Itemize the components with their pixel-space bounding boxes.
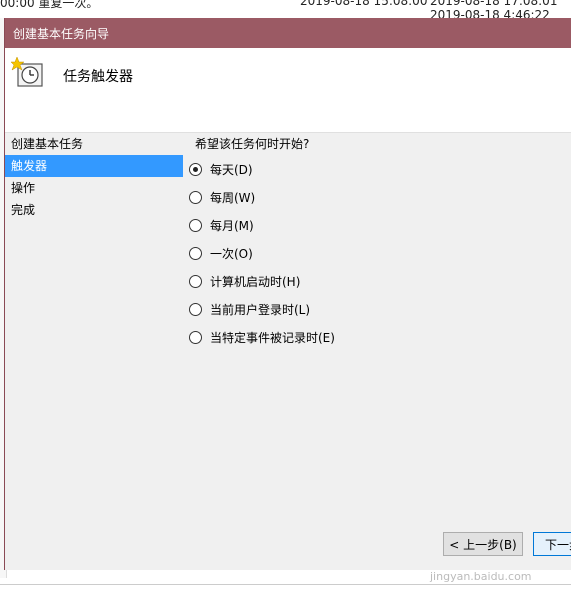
option-event-logged[interactable]: 当特定事件被记录时(E) [189, 323, 335, 351]
wizard-window: 创建基本任务向导 任务触发器 创建基本任务 触发器 操作 完成 希望该任务何时开… [4, 18, 571, 570]
step-create-basic-task[interactable]: 创建基本任务 [5, 133, 183, 155]
option-label[interactable]: 每天(D) [210, 161, 253, 178]
watermark-text: jingyan.baidu.com [430, 570, 532, 583]
option-label[interactable]: 每周(W) [210, 189, 255, 206]
wizard-step-list: 创建基本任务 触发器 操作 完成 [5, 133, 183, 221]
option-label[interactable]: 每月(M) [210, 217, 254, 234]
option-label[interactable]: 计算机启动时(H) [210, 273, 300, 290]
option-once[interactable]: 一次(O) [189, 239, 335, 267]
back-button[interactable]: < 上一步(B) [443, 532, 523, 556]
background-date-2: 2019-08-18 17:08:01 [430, 0, 558, 8]
radio-button[interactable] [189, 330, 202, 344]
radio-button[interactable] [189, 246, 202, 260]
window-title: 创建基本任务向导 [13, 26, 110, 41]
background-window-strip: 00:00 重复一次。 2019-08-18 15:08:00 2019-08-… [0, 0, 571, 18]
window-titlebar[interactable]: 创建基本任务向导 [5, 18, 571, 48]
radio-button[interactable] [189, 274, 202, 288]
task-clock-icon [11, 56, 43, 87]
radio-button[interactable] [189, 190, 202, 204]
step-trigger[interactable]: 触发器 [5, 155, 183, 177]
radio-button-checked[interactable] [189, 162, 202, 176]
step-action[interactable]: 操作 [5, 177, 183, 199]
page-title: 任务触发器 [63, 69, 133, 85]
option-daily[interactable]: 每天(D) [189, 155, 335, 183]
option-computer-startup[interactable]: 计算机启动时(H) [189, 267, 335, 295]
option-monthly[interactable]: 每月(M) [189, 211, 335, 239]
step-finish[interactable]: 完成 [5, 199, 183, 221]
option-label[interactable]: 当特定事件被记录时(E) [210, 329, 335, 346]
radio-button[interactable] [189, 218, 202, 232]
option-user-logon[interactable]: 当前用户登录时(L) [189, 295, 335, 323]
trigger-question: 希望该任务何时开始? [195, 137, 310, 151]
background-date-1: 2019-08-18 15:08:00 [300, 0, 428, 8]
divider [0, 584, 571, 585]
option-label[interactable]: 一次(O) [210, 245, 253, 262]
background-date-3: 2019-08-18 4:46:22 [430, 8, 550, 18]
wizard-header: 任务触发器 [5, 48, 571, 133]
radio-button[interactable] [189, 302, 202, 316]
option-label[interactable]: 当前用户登录时(L) [210, 301, 310, 318]
background-row-text: 00:00 重复一次。 [0, 0, 99, 10]
trigger-options: 希望该任务何时开始? 每天(D) 每周(W) 每月(M) 一次(O) 计算机启动… [189, 133, 335, 351]
next-button[interactable]: 下一步 [533, 532, 571, 556]
option-weekly[interactable]: 每周(W) [189, 183, 335, 211]
